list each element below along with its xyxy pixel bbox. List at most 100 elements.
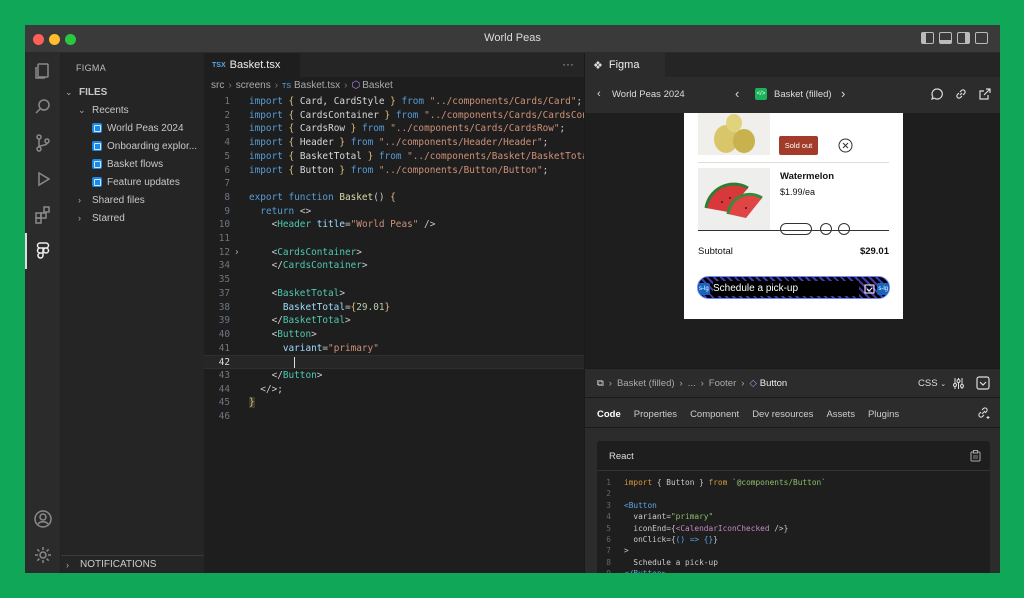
files-section-header[interactable]: ⌄ FILES — [65, 84, 107, 100]
code-line: 11 — [218, 233, 230, 244]
tab-basket-tsx[interactable]: TSX Basket.tsx — [204, 53, 300, 77]
snippet-line: 4 variant="primary" — [606, 512, 714, 522]
source-control-icon[interactable] — [31, 131, 55, 155]
recent-file-item[interactable]: World Peas 2024 — [92, 120, 184, 136]
tab-component[interactable]: Component — [690, 409, 739, 420]
shared-files-folder[interactable]: › Shared files — [78, 192, 145, 208]
code-line: 8 export function Basket() { — [224, 191, 396, 203]
collapse-panel-icon[interactable] — [976, 376, 990, 390]
code-line: 39 </BasketTotal> — [218, 315, 351, 327]
code-line: 2 import { CardsContainer } from "../comp… — [224, 109, 584, 121]
snippet-line: 3 <Button — [606, 500, 657, 510]
tsx-file-icon: TSX — [212, 61, 226, 69]
settings-gear-icon[interactable] — [31, 543, 55, 567]
toggle-panel-icon[interactable] — [939, 32, 952, 44]
link-add-icon[interactable] — [977, 406, 991, 420]
previous-frame-icon[interactable]: ‹ — [735, 86, 739, 101]
open-external-icon[interactable] — [978, 87, 992, 101]
snippet-line: 7 > — [606, 546, 629, 556]
editor-tab-bar: TSX Basket.tsx ··· — [204, 53, 584, 77]
snippet-line: 5 iconEnd={<CalendarIconChecked />} — [606, 523, 789, 533]
breadcrumb-item[interactable]: Basket — [362, 80, 393, 91]
snippet-line: 8 Schedule a pick-up — [606, 557, 718, 567]
link-icon[interactable] — [954, 87, 968, 101]
tab-figma[interactable]: ❖ Figma — [585, 53, 665, 77]
back-chevron-icon[interactable]: ‹ — [597, 88, 601, 100]
figma-file-icon — [92, 141, 102, 151]
snippet-line: 2 — [606, 489, 611, 499]
snippet-language-label: React — [597, 441, 990, 471]
code-line: 41 variant="primary" — [218, 342, 379, 354]
recent-file-item[interactable]: Onboarding explor... — [92, 138, 202, 154]
chevron-down-icon: ⌄ — [78, 104, 86, 115]
frame-name[interactable]: Basket (filled) — [774, 89, 832, 100]
spacing-tag: s-lg — [877, 283, 889, 295]
settings-sliders-icon[interactable] — [952, 377, 965, 390]
account-icon[interactable] — [31, 507, 55, 531]
figma-canvas[interactable]: Sold out Watermelon $1.99/ea Subtotal $2… — [585, 113, 1000, 368]
file-name[interactable]: World Peas 2024 — [612, 89, 685, 100]
chevron-down-icon: ⌄ — [65, 86, 73, 97]
basket-frame-preview: Sold out Watermelon $1.99/ea Subtotal $2… — [684, 113, 903, 319]
code-line: 6 import { Button } from "../components/B… — [224, 164, 549, 176]
figma-icon[interactable] — [31, 239, 55, 263]
text-cursor — [294, 357, 296, 369]
tab-properties[interactable]: Properties — [634, 409, 677, 420]
snippet-line: 1 import { Button } from `@components/But… — [606, 478, 826, 487]
code-line: 5 import { BasketTotal } from "../compone… — [224, 150, 584, 162]
figma-file-icon — [92, 159, 102, 169]
sidebar-title: FIGMA — [76, 63, 106, 73]
sold-out-badge: Sold out — [779, 136, 818, 155]
tab-code[interactable]: Code — [597, 409, 621, 420]
recent-file-item[interactable]: Feature updates — [92, 174, 180, 190]
tab-dev-resources[interactable]: Dev resources — [752, 409, 813, 420]
layer-crumb[interactable]: Basket (filled) — [617, 378, 675, 389]
figma-panel: ❖ Figma ‹ World Peas 2024 ‹ </> Basket (f… — [584, 53, 1000, 573]
search-icon[interactable] — [31, 95, 55, 119]
code-line: 1 import { Card, CardStyle } from "../com… — [224, 96, 583, 107]
code-line: 38 BasketTotal={29.01} — [218, 301, 391, 313]
breadcrumb-item[interactable]: Basket.tsx — [294, 80, 340, 91]
layer-crumb[interactable]: ... — [688, 378, 696, 389]
customize-layout-icon[interactable] — [975, 32, 988, 44]
code-line: 35 — [218, 274, 230, 286]
tab-assets[interactable]: Assets — [826, 409, 855, 420]
toggle-secondary-sidebar-icon[interactable] — [957, 32, 970, 44]
layer-crumb[interactable]: Footer — [709, 378, 736, 389]
starred-folder[interactable]: › Starred — [78, 210, 125, 226]
layer-crumb[interactable]: Button — [760, 378, 787, 389]
app-window: World Peas FIGMA ⌄ FILES ⌄ Recents World P… — [25, 25, 1000, 573]
inspector-tabs: Code Properties Component Dev resources Asse… — [597, 409, 912, 420]
next-frame-icon[interactable]: › — [841, 86, 845, 101]
inspect-panel: ⧉ › Basket (filled) ›... › Footer › ◇ Button CSS… — [585, 368, 1000, 573]
increment-icon — [838, 223, 850, 235]
notifications-panel-header[interactable]: › NOTIFICATIONS — [61, 555, 204, 573]
breadcrumb-item[interactable]: screens — [236, 80, 271, 91]
code-line: 9 return <> — [224, 205, 312, 217]
run-debug-icon[interactable] — [31, 167, 55, 191]
toggle-sidebar-icon[interactable] — [921, 32, 934, 44]
code-line: 4 import { Header } from "../components/H… — [224, 137, 549, 149]
code-snippet-panel[interactable]: React 1 import { Button } from `@componen… — [597, 441, 990, 573]
layers-icon[interactable]: ⧉ — [597, 378, 604, 389]
copy-clipboard-icon[interactable] — [970, 450, 981, 462]
explorer-icon[interactable] — [31, 59, 55, 83]
extensions-icon[interactable] — [31, 203, 55, 227]
more-actions-icon[interactable]: ··· — [562, 57, 574, 71]
figma-logo-icon: ❖ — [593, 59, 603, 72]
css-language-dropdown[interactable]: CSS ⌄ — [918, 378, 946, 389]
breadcrumb-item[interactable]: src — [211, 80, 224, 91]
tab-plugins[interactable]: Plugins — [868, 409, 899, 420]
figma-toolbar: ‹ World Peas 2024 ‹ </> Basket (filled) … — [585, 77, 1000, 113]
recent-file-item[interactable]: Basket flows — [92, 156, 163, 172]
recents-folder[interactable]: ⌄ Recents — [78, 102, 129, 118]
code-line: 43 </Button> — [218, 370, 323, 381]
product-price: $1.99/ea — [780, 187, 816, 197]
comment-icon[interactable] — [930, 87, 944, 101]
code-line: 37 <BasketTotal> — [218, 287, 345, 299]
subtotal-value: $29.01 — [859, 246, 889, 257]
frame-status-icon: </> — [755, 88, 767, 100]
code-editor: TSX Basket.tsx ··· src › screens › TS Basket.t… — [204, 53, 584, 573]
decrement-icon — [820, 223, 832, 235]
chevron-right-icon: › — [78, 195, 81, 205]
